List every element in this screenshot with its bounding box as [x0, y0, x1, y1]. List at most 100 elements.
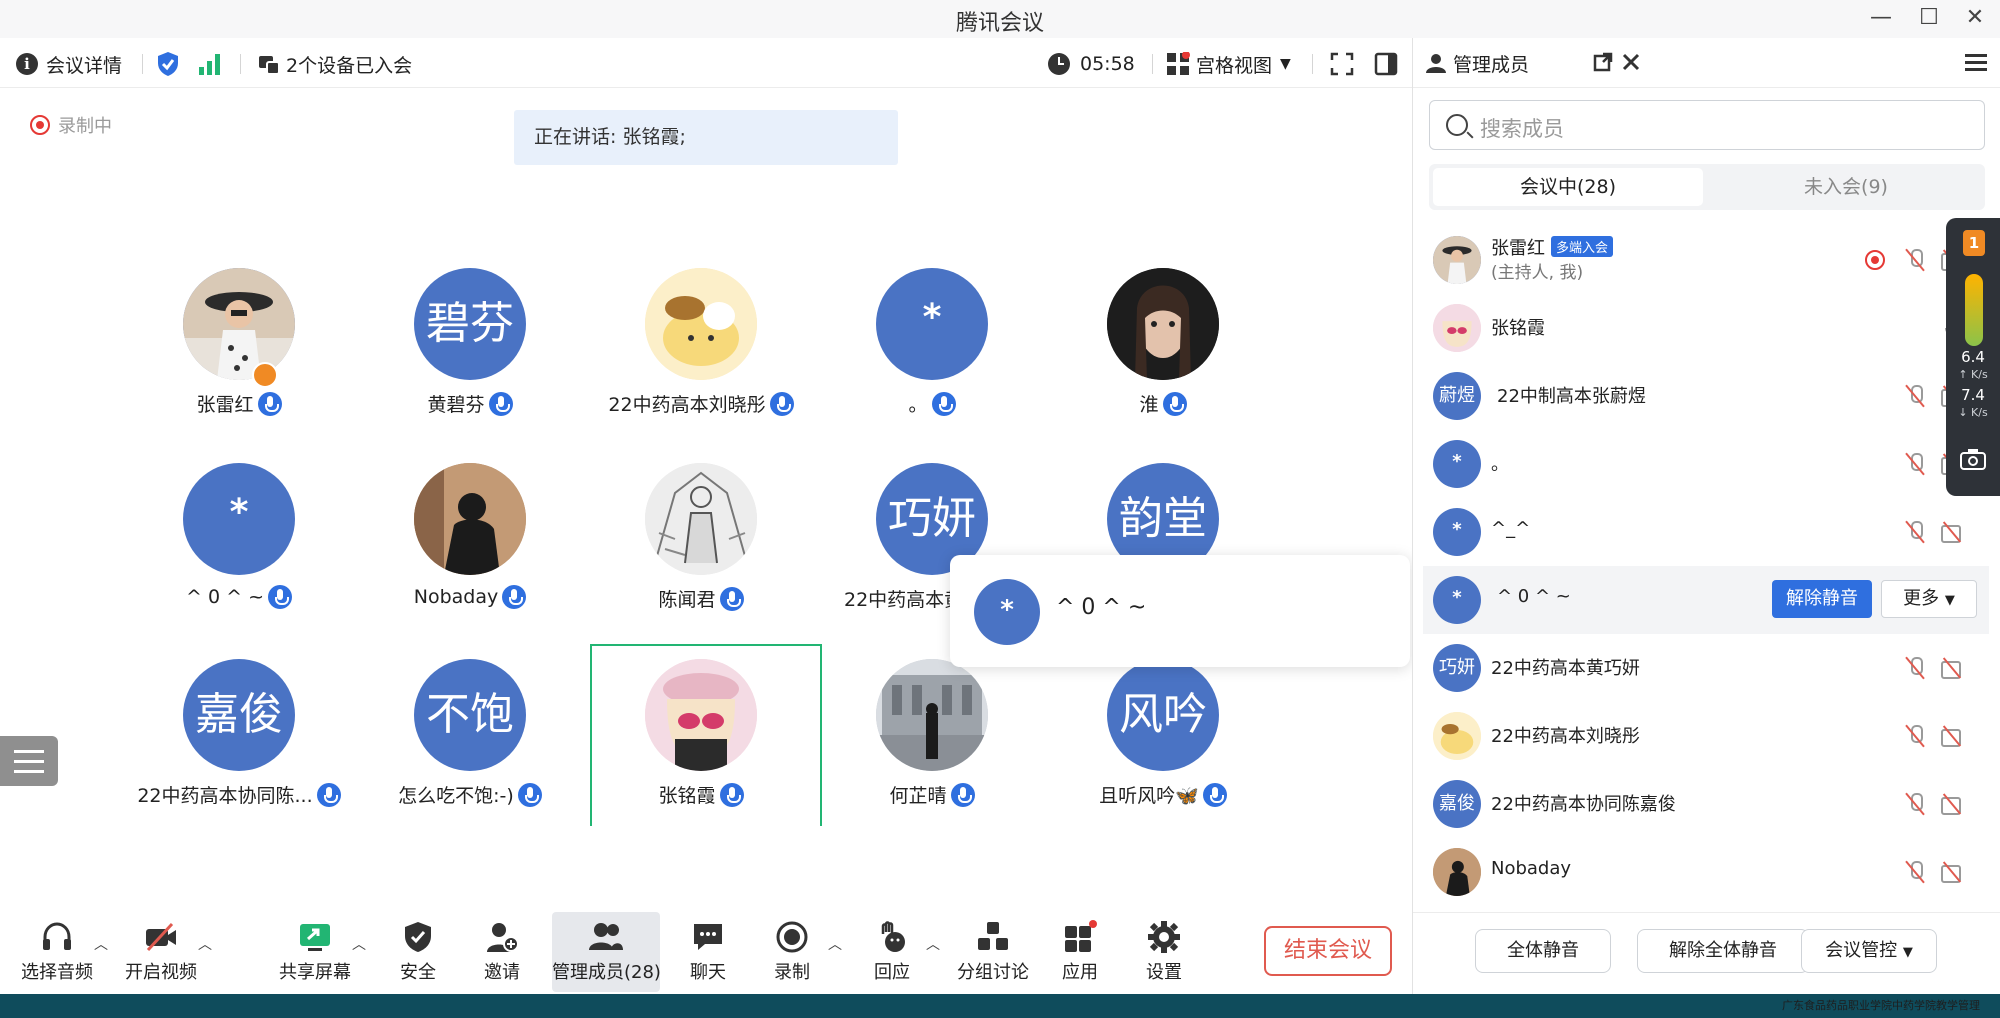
view-mode-label: 宫格视图 [1196, 54, 1273, 77]
mic-muted-icon[interactable] [1905, 656, 1925, 680]
avatar [876, 659, 988, 771]
mic-muted-icon[interactable] [1905, 384, 1925, 408]
member-name: 张铭霞 [1491, 318, 1545, 339]
chevron-down-icon: ▼ [1902, 945, 1913, 960]
participant-tile[interactable]: 淮 [1048, 268, 1278, 458]
record-button[interactable]: 录制 [754, 912, 830, 992]
member-row[interactable]: * 。 [1423, 430, 1989, 498]
chat-button[interactable]: 聊天 [670, 912, 746, 992]
close-icon[interactable]: ✕ [1958, 2, 1992, 34]
participant-tile[interactable]: * ^ 0 ^ ~ [124, 463, 354, 653]
host-badge-icon [252, 362, 278, 388]
mic-icon [517, 782, 542, 807]
tab-in-meeting[interactable]: 会议中(28) [1433, 168, 1703, 206]
member-row[interactable]: 张雷红 多端入会 (主持人, 我) [1423, 226, 1989, 294]
devices-icon [259, 56, 280, 75]
woman-hat-photo [183, 268, 295, 380]
end-meeting-button[interactable]: 结束会议 [1264, 926, 1392, 976]
participant-hover-card: * ^ 0 ^ ~ [950, 555, 1410, 667]
members-panel-header: 管理成员 [1413, 38, 2000, 88]
sidebar-toggle-button[interactable] [1374, 40, 1398, 88]
devices-joined-button[interactable]: 2个设备已入会 [258, 40, 412, 88]
meeting-window: 腾讯会议 — ☐ ✕ i 会议详情 2个设备已入会 05:58 宫格视图 ▼ 录… [0, 0, 2000, 1018]
member-row[interactable]: 蔚煜 22中制高本张蔚煜 [1423, 362, 1989, 430]
member-row-hovered[interactable]: * ^ 0 ^ ~ 解除静音 更多 ▼ [1423, 566, 1989, 634]
camera-off-icon[interactable] [1941, 524, 1965, 543]
fullscreen-button[interactable] [1330, 40, 1354, 88]
mic-icon [769, 391, 794, 416]
mic-muted-icon[interactable] [1905, 248, 1925, 272]
mute-all-button[interactable]: 全体静音 [1475, 929, 1611, 973]
apps-button[interactable]: 应用 [1044, 912, 1116, 992]
member-row[interactable]: Nobaday [1423, 838, 1989, 906]
settings-label: 设置 [1146, 962, 1182, 983]
video-off-icon [144, 920, 178, 954]
mic-muted-icon[interactable] [1905, 724, 1925, 748]
camera-off-icon[interactable] [1941, 796, 1965, 815]
participant-tile[interactable]: 碧芬 黄碧芬 [355, 268, 585, 458]
popout-icon[interactable] [1593, 52, 1613, 72]
video-button[interactable]: 开启视频 [122, 912, 200, 992]
security-shield-button[interactable] [156, 40, 180, 88]
unmute-all-button[interactable]: 解除全体静音 [1637, 929, 1809, 973]
grid-view-icon [1167, 52, 1190, 75]
breakout-button[interactable]: 分组讨论 [952, 912, 1034, 992]
network-monitor-widget[interactable]: 1 6.4 ↑ K/s 7.4 ↓ K/s [1946, 218, 2000, 496]
audio-button[interactable]: 选择音频 [18, 912, 96, 992]
participant-name: 何芷晴 [889, 785, 947, 807]
participant-tile[interactable]: 不饱 怎么吃不饱:-) [355, 659, 585, 849]
member-avatar: * [1433, 508, 1481, 556]
participant-tile-active-speaker[interactable]: 张铭霞 [586, 659, 816, 849]
security-button[interactable]: 安全 [380, 912, 456, 992]
share-screen-button[interactable]: 共享屏幕 [276, 912, 354, 992]
invite-button[interactable]: 邀请 [464, 912, 540, 992]
participant-tile[interactable]: 何芷晴 [817, 659, 1047, 849]
unmute-button[interactable]: 解除静音 [1772, 580, 1872, 618]
member-row[interactable]: 张铭霞 [1423, 294, 1989, 362]
view-mode-dropdown[interactable]: 宫格视图 ▼ [1166, 40, 1291, 88]
participant-tile[interactable]: 陈闻君 [586, 463, 816, 653]
member-row[interactable]: 巧妍 22中药高本黄巧妍 [1423, 634, 1989, 702]
chevron-up-icon[interactable]: ︿ [94, 934, 108, 954]
chat-label: 聊天 [690, 962, 726, 983]
avatar: 不饱 [414, 659, 526, 771]
camera-off-icon[interactable] [1941, 660, 1965, 679]
minimize-icon[interactable]: — [1864, 2, 1898, 34]
more-button[interactable]: 更多 ▼ [1881, 580, 1977, 618]
participant-tile[interactable]: Nobaday [355, 463, 585, 653]
tab-not-joined[interactable]: 未入会(9) [1711, 168, 1981, 206]
signal-strength-button[interactable] [198, 40, 222, 88]
download-unit: ↓ K/s [1958, 406, 1988, 419]
participant-tile[interactable]: 22中药高本刘晓彤 [586, 268, 816, 458]
avatar [414, 463, 526, 575]
participant-tile[interactable]: 风吟 且听风吟🦋 [1048, 659, 1278, 849]
settings-button[interactable]: 设置 [1128, 912, 1200, 992]
meeting-details-button[interactable]: i 会议详情 [16, 40, 122, 88]
close-icon[interactable] [1621, 52, 1641, 72]
members-icon [589, 920, 623, 954]
menu-icon[interactable] [1965, 52, 1987, 72]
chevron-up-icon[interactable]: ︿ [198, 934, 212, 954]
chevron-up-icon[interactable]: ︿ [926, 934, 940, 954]
reactions-button[interactable]: 回应 [854, 912, 930, 992]
camera-off-icon[interactable] [1941, 728, 1965, 747]
participant-tile[interactable]: 张雷红 [124, 268, 354, 458]
member-role: (主持人, 我) [1491, 263, 1584, 283]
mic-muted-icon[interactable] [1905, 792, 1925, 816]
mic-muted-icon[interactable] [1905, 452, 1925, 476]
chevron-up-icon[interactable]: ︿ [828, 934, 842, 954]
member-search-input[interactable]: 搜索成员 [1429, 100, 1985, 150]
mic-muted-icon[interactable] [1905, 520, 1925, 544]
meeting-controls-dropdown[interactable]: 会议管控 ▼ [1801, 929, 1937, 973]
participant-list-button[interactable] [0, 736, 58, 786]
member-row[interactable]: * ^_^ [1423, 498, 1989, 566]
member-row[interactable]: 22中药高本刘晓彤 [1423, 702, 1989, 770]
camera-off-icon[interactable] [1941, 864, 1965, 883]
manage-members-button[interactable]: 管理成员(28) [552, 912, 661, 992]
participant-tile[interactable]: * 。 [817, 268, 1047, 458]
chevron-up-icon[interactable]: ︿ [352, 934, 366, 954]
participant-tile[interactable]: 嘉俊 22中药高本协同陈... [124, 659, 354, 849]
maximize-icon[interactable]: ☐ [1912, 2, 1946, 34]
mic-muted-icon[interactable] [1905, 860, 1925, 884]
member-row[interactable]: 嘉俊 22中药高本协同陈嘉俊 [1423, 770, 1989, 838]
